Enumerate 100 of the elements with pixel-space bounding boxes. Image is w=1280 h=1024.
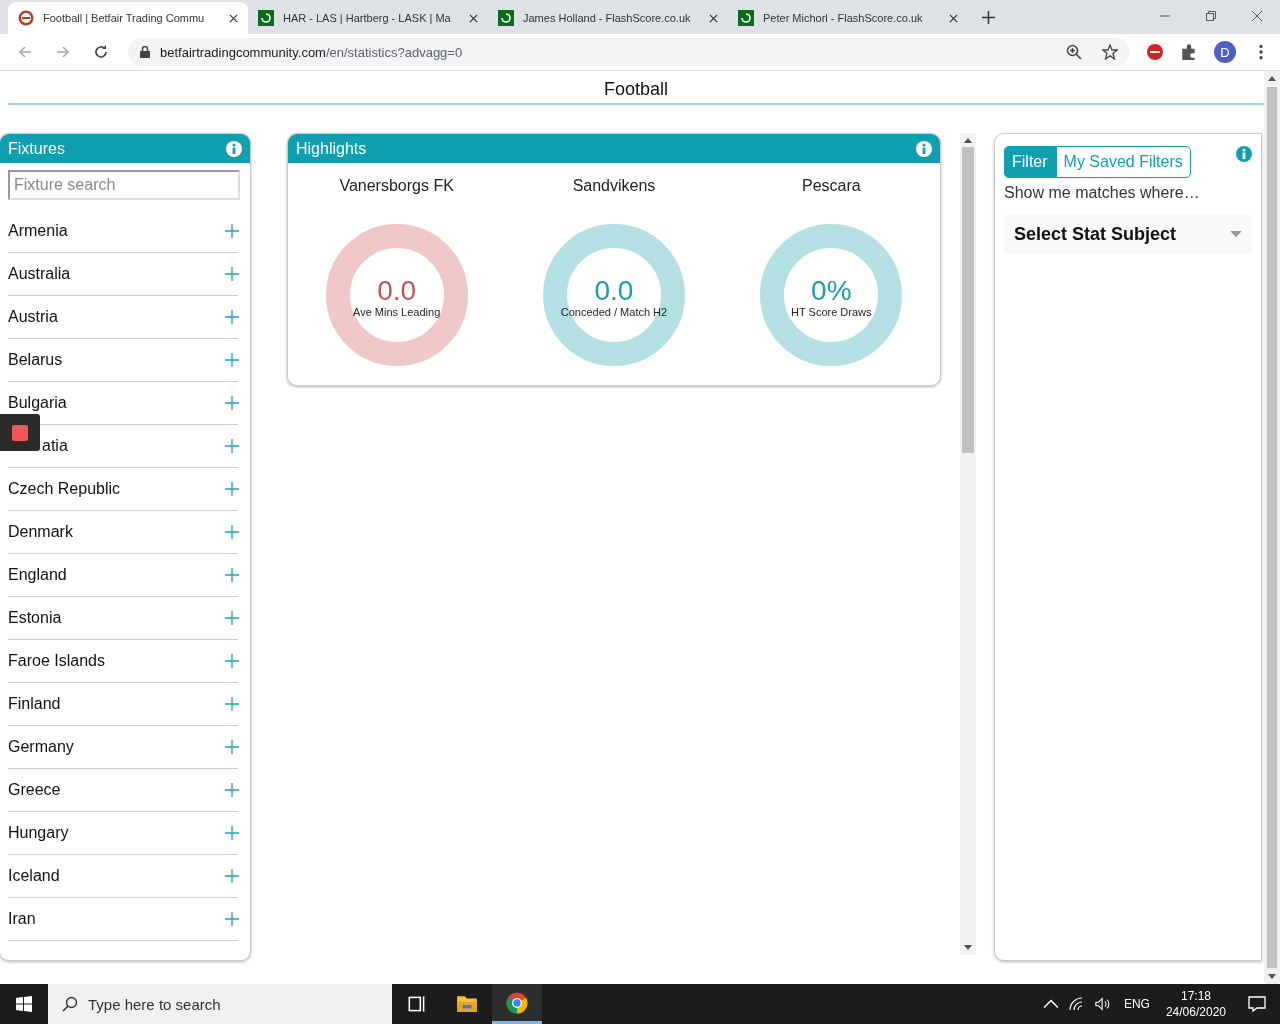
country-item[interactable]: atia [42, 437, 68, 455]
country-item[interactable]: England [8, 566, 67, 584]
team-name: Pescara [801, 177, 861, 195]
country-item[interactable]: Belarus [8, 351, 63, 369]
language-indicator[interactable]: ENG [1123, 997, 1150, 1011]
scrollbar-thumb[interactable] [962, 147, 974, 453]
plus-icon[interactable] [225, 826, 239, 840]
stat-value: 0.0 [377, 276, 417, 306]
taskbar-search-field[interactable]: Type here to search [48, 984, 392, 1024]
plus-icon[interactable] [225, 525, 239, 539]
refresh-icon [738, 10, 754, 26]
country-item[interactable]: Germany [8, 738, 74, 756]
plus-icon[interactable] [225, 439, 239, 453]
plus-icon[interactable] [225, 912, 239, 926]
profile-avatar[interactable]: D [1214, 41, 1236, 63]
plus-icon[interactable] [225, 224, 239, 238]
scroll-up-icon[interactable] [964, 137, 972, 143]
country-item[interactable]: Austria [8, 308, 58, 326]
logo-icon [18, 10, 34, 26]
country-item[interactable]: Iceland [8, 867, 60, 885]
recorder-widget[interactable] [0, 414, 40, 451]
stat-label: Ave Mins Leading [353, 306, 441, 318]
scroll-up-icon[interactable] [1268, 75, 1276, 81]
wifi-icon[interactable] [1068, 997, 1085, 1011]
country-item[interactable]: Greece [8, 781, 61, 799]
close-icon[interactable] [469, 13, 478, 23]
plus-icon[interactable] [225, 697, 239, 711]
close-icon[interactable] [709, 13, 718, 23]
plus-icon[interactable] [225, 267, 239, 281]
refresh-icon [498, 10, 514, 26]
scroll-down-icon[interactable] [1268, 974, 1276, 980]
extension-icon[interactable] [1146, 43, 1164, 61]
taskbar-app[interactable] [492, 984, 542, 1024]
stop-icon[interactable] [12, 424, 28, 441]
browser-tab[interactable]: James Holland - FlashScore.co.uk [488, 2, 728, 34]
plus-icon[interactable] [225, 869, 239, 883]
stat-subject-dropdown[interactable]: Select Stat Subject [1004, 214, 1252, 254]
plus-icon[interactable] [225, 310, 239, 324]
puzzle-icon[interactable] [1180, 43, 1198, 61]
refresh-icon [258, 10, 274, 26]
stat-value: 0% [811, 276, 852, 306]
new-tab-icon[interactable] [982, 11, 995, 24]
info-icon[interactable] [226, 140, 242, 157]
close-icon[interactable] [949, 13, 958, 23]
plus-icon[interactable] [225, 482, 239, 496]
page-title: Football [603, 79, 668, 100]
fixture-search-field[interactable]: Fixture search [8, 170, 240, 200]
address-field[interactable]: betfairtradingcommunity.com/en/statistics?advagg=0 [128, 38, 1130, 66]
scrollbar-thumb[interactable] [1267, 87, 1277, 968]
country-item[interactable]: Australia [8, 265, 71, 283]
speaker-icon[interactable] [1094, 997, 1111, 1011]
plus-icon[interactable] [225, 740, 239, 754]
browser-tab[interactable]: Peter Michorl - FlashScore.co.uk [728, 2, 968, 34]
close-icon[interactable] [229, 13, 238, 23]
stat-value: 0.0 [594, 276, 634, 306]
caret-icon [1230, 231, 1242, 237]
plus-icon[interactable] [225, 396, 239, 410]
browser-tab[interactable]: Football | Betfair Trading Commu [8, 2, 248, 34]
chevron-up-icon[interactable] [1042, 997, 1059, 1011]
scroll-down-icon[interactable] [964, 945, 972, 951]
plus-icon[interactable] [225, 353, 239, 367]
clock-time[interactable]: 17:18 [1180, 988, 1211, 1004]
forward-icon[interactable] [55, 44, 71, 60]
zoom-icon[interactable] [1066, 44, 1082, 60]
stat-label: HT Score Draws [791, 306, 872, 318]
plus-icon[interactable] [225, 611, 239, 625]
star-icon[interactable] [1102, 44, 1118, 60]
country-item[interactable]: Faroe Islands [8, 652, 105, 670]
country-item[interactable]: Armenia [8, 222, 68, 240]
notification-icon[interactable] [1248, 996, 1266, 1012]
close-icon[interactable] [1251, 10, 1263, 22]
info-icon[interactable] [1236, 146, 1252, 162]
info-icon[interactable] [916, 140, 932, 157]
stat-label: Conceded / Match H2 [560, 306, 668, 318]
browser-icon [506, 991, 528, 1014]
team-name: Vanersborgs FK [339, 177, 454, 195]
country-item[interactable]: Bulgaria [8, 394, 67, 412]
panel-title: Highlights [296, 139, 367, 158]
country-item[interactable]: Denmark [8, 523, 73, 541]
scrollbar[interactable] [1264, 71, 1280, 984]
back-icon[interactable] [17, 44, 33, 60]
country-item[interactable]: Iran [8, 910, 36, 928]
browser-tab[interactable]: HAR - LAS | Hartberg - LASK | Ma [248, 2, 488, 34]
plus-icon[interactable] [225, 783, 239, 797]
country-item[interactable]: Finland [8, 695, 61, 713]
restore-icon[interactable] [1205, 10, 1217, 22]
plus-icon[interactable] [225, 654, 239, 668]
reload-icon[interactable] [93, 44, 109, 60]
country-item[interactable]: Hungary [8, 824, 69, 842]
lock-icon [140, 46, 150, 58]
plus-icon[interactable] [225, 568, 239, 582]
panel-title: Fixtures [8, 139, 65, 158]
country-item[interactable]: Estonia [8, 609, 62, 627]
scrollbar[interactable] [960, 133, 976, 955]
country-item[interactable]: Czech Republic [8, 480, 121, 498]
filter-prompt: Show me matches where… [1004, 184, 1201, 202]
search-icon [62, 996, 78, 1012]
team-name: Sandvikens [572, 177, 656, 195]
windows-icon[interactable] [16, 996, 32, 1012]
clock-date[interactable]: 24/06/2020 [1165, 1004, 1226, 1020]
